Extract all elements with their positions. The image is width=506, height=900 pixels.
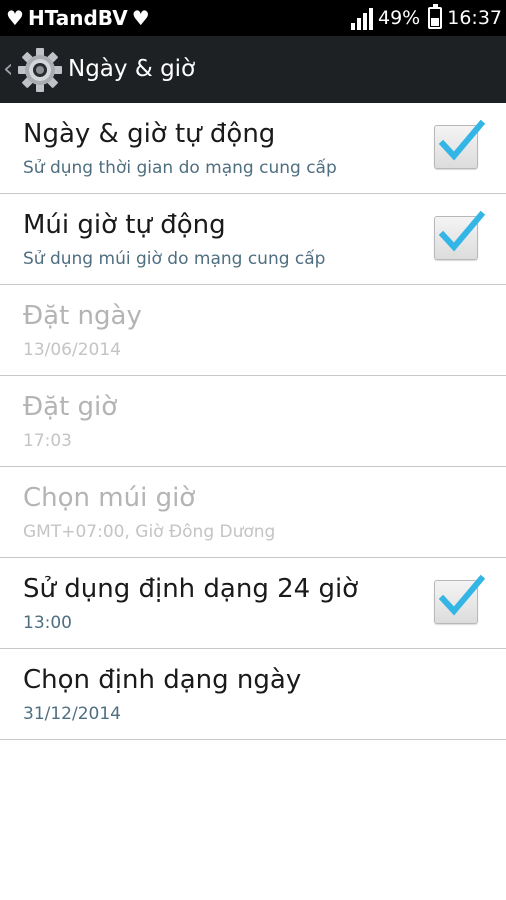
setting-subtitle: 17:03 xyxy=(23,431,72,451)
setting-select-time-zone: Chọn múi giờ GMT+07:00, Giờ Đông Dương xyxy=(0,467,506,558)
setting-subtitle: Sử dụng múi giờ do mạng cung cấp xyxy=(23,249,326,269)
setting-set-time: Đặt giờ 17:03 xyxy=(0,376,506,467)
setting-date-format[interactable]: Chọn định dạng ngày 31/12/2014 xyxy=(0,649,506,740)
setting-subtitle: Sử dụng thời gian do mạng cung cấp xyxy=(23,158,337,178)
setting-title: Đặt giờ xyxy=(23,392,118,422)
status-bar: ♥ HTandBV ♥ 49% 16:37 xyxy=(0,0,506,36)
battery-percent: 49% xyxy=(378,7,421,29)
setting-subtitle: 13:00 xyxy=(23,613,72,633)
setting-set-date: Đặt ngày 13/06/2014 xyxy=(0,285,506,376)
battery-icon xyxy=(428,4,443,29)
setting-title: Chọn múi giờ xyxy=(23,483,196,513)
status-indicators: 49% 16:37 xyxy=(351,0,502,36)
heart-icon: ♥ xyxy=(131,6,150,30)
settings-list: Ngày & giờ tự động Sử dụng thời gian do … xyxy=(0,103,506,740)
gear-icon xyxy=(18,48,62,92)
battery-fill xyxy=(431,18,440,26)
auto-date-time-checkbox[interactable] xyxy=(434,119,485,169)
setting-subtitle: 31/12/2014 xyxy=(23,704,121,724)
checkmark-icon xyxy=(438,210,485,252)
heart-icon: ♥ xyxy=(6,6,24,30)
signal-bars-icon xyxy=(351,6,373,30)
checkmark-icon xyxy=(438,574,485,616)
action-bar: ‹ Ngày & giờ xyxy=(0,36,506,103)
clock: 16:37 xyxy=(447,7,502,29)
setting-title: Chọn định dạng ngày xyxy=(23,665,302,695)
setting-24-hour-format[interactable]: Sử dụng định dạng 24 giờ 13:00 xyxy=(0,558,506,649)
setting-title: Múi giờ tự động xyxy=(23,210,226,240)
carrier-name: HTandBV xyxy=(27,6,128,30)
auto-time-zone-checkbox[interactable] xyxy=(434,210,485,260)
setting-title: Đặt ngày xyxy=(23,301,142,331)
page-title: Ngày & giờ xyxy=(68,56,196,82)
setting-subtitle: GMT+07:00, Giờ Đông Dương xyxy=(23,522,276,542)
setting-auto-date-time[interactable]: Ngày & giờ tự động Sử dụng thời gian do … xyxy=(0,103,506,194)
24-hour-format-checkbox[interactable] xyxy=(434,574,485,624)
status-carrier-group: ♥ HTandBV ♥ xyxy=(6,0,150,36)
setting-title: Ngày & giờ tự động xyxy=(23,119,276,149)
setting-subtitle: 13/06/2014 xyxy=(23,340,121,360)
setting-title: Sử dụng định dạng 24 giờ xyxy=(23,574,359,604)
setting-auto-time-zone[interactable]: Múi giờ tự động Sử dụng múi giờ do mạng … xyxy=(0,194,506,285)
chevron-left-icon: ‹ xyxy=(3,54,14,84)
checkmark-icon xyxy=(438,119,485,161)
